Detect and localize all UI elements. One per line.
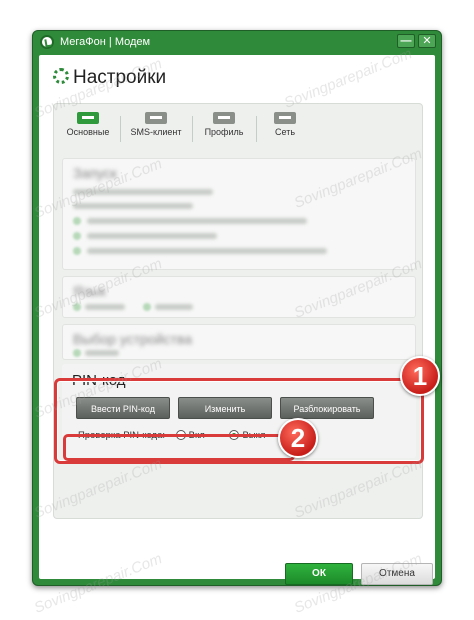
- tab-sms-label: SMS-клиент: [130, 127, 182, 137]
- window-title: МегаФон | Модем: [60, 36, 151, 48]
- blurred-option: [87, 233, 217, 239]
- blurred-checkbox: [73, 247, 81, 255]
- ok-button[interactable]: ОК: [285, 563, 353, 585]
- title-bar[interactable]: МегаФон | Модем — ✕: [33, 31, 441, 53]
- blurred-checkbox: [73, 217, 81, 225]
- tab-network[interactable]: Сеть: [260, 112, 310, 152]
- blurred-option: [155, 304, 193, 310]
- blurred-option: [87, 218, 307, 224]
- blurred-radio: [73, 349, 81, 357]
- megafon-logo-icon: [40, 35, 54, 49]
- language-section-title: Язык: [73, 283, 106, 299]
- blurred-checkbox: [73, 232, 81, 240]
- step-badge-2: 2: [278, 418, 318, 458]
- launch-section-blurred: Запуск: [62, 158, 416, 270]
- tab-divider: [120, 116, 121, 142]
- launch-section-title: Запуск: [73, 165, 117, 181]
- tab-profile-label: Профиль: [204, 127, 244, 137]
- network-tab-icon: [274, 112, 296, 124]
- language-section-blurred: Язык: [62, 276, 416, 318]
- cancel-button[interactable]: Отмена: [361, 563, 433, 585]
- tab-general[interactable]: Основные: [60, 112, 116, 152]
- step-badge-1: 1: [400, 356, 440, 396]
- general-tab-icon: [77, 112, 99, 124]
- minimize-button[interactable]: —: [397, 34, 415, 48]
- settings-tabs: Основные SMS-клиент Профиль Сеть: [54, 112, 422, 152]
- blurred-radio: [143, 303, 151, 311]
- sms-tab-icon: [145, 112, 167, 124]
- tab-sms-client[interactable]: SMS-клиент: [124, 112, 188, 152]
- blurred-option: [85, 304, 125, 310]
- tab-divider: [192, 116, 193, 142]
- tab-divider: [256, 116, 257, 142]
- blurred-option: [87, 248, 327, 254]
- blurred-option: [73, 203, 193, 209]
- profile-tab-icon: [213, 112, 235, 124]
- tab-profile[interactable]: Профиль: [196, 112, 252, 152]
- app-window: МегаФон | Модем — ✕ Настройки Основные S…: [32, 30, 442, 586]
- page-title-text: Настройки: [73, 67, 167, 88]
- blurred-radio: [73, 303, 81, 311]
- device-section-blurred: Выбор устройства: [62, 324, 416, 360]
- blurred-option: [73, 189, 213, 195]
- page-title: Настройки: [53, 67, 166, 89]
- window-client-area: Настройки Основные SMS-клиент Профиль Се…: [39, 55, 435, 585]
- gear-icon: [53, 68, 69, 84]
- pin-check-highlight: [63, 434, 295, 461]
- tab-general-label: Основные: [66, 127, 110, 137]
- close-button[interactable]: ✕: [418, 34, 436, 48]
- device-section-title: Выбор устройства: [73, 331, 193, 347]
- tab-network-label: Сеть: [274, 127, 296, 137]
- blurred-option: [85, 350, 119, 356]
